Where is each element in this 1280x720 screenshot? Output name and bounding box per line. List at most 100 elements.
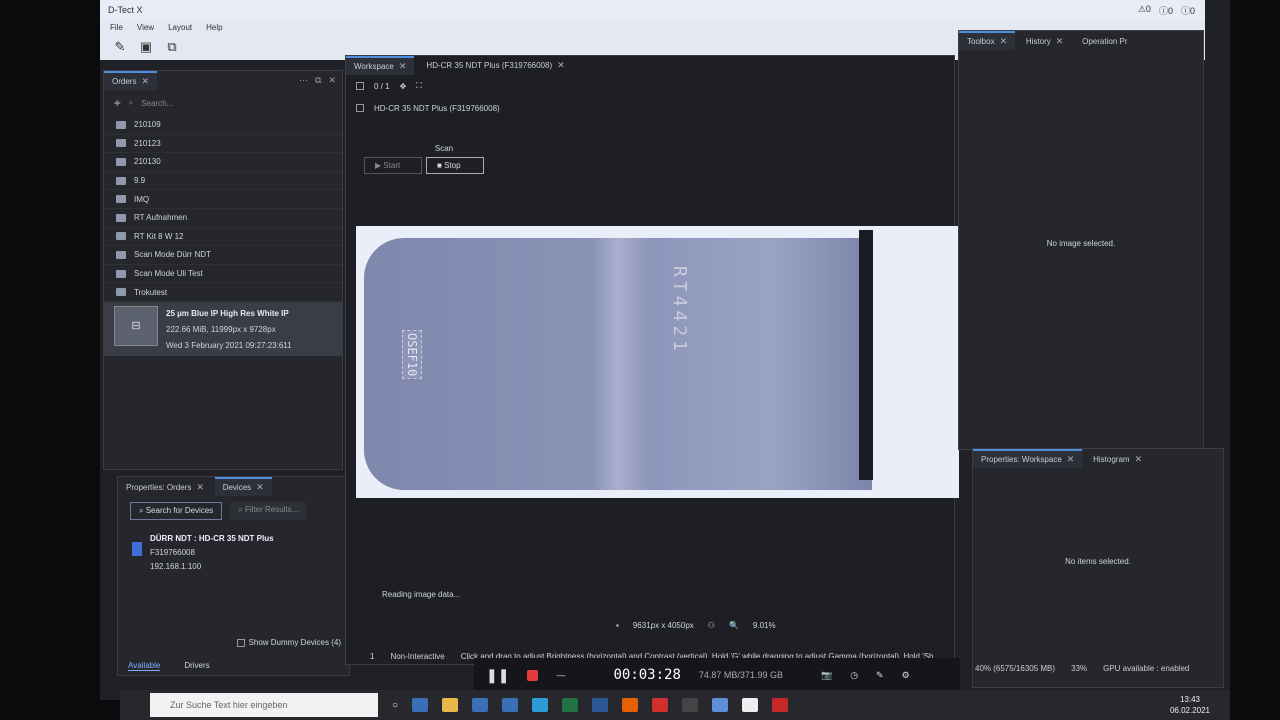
folder-icon xyxy=(116,232,126,241)
tab-available[interactable]: Available xyxy=(128,661,161,671)
close-icon[interactable]: ✕ xyxy=(141,76,149,87)
task-view-icon[interactable] xyxy=(412,698,429,712)
folder-item[interactable]: Scan Mode Uli Test xyxy=(104,265,342,284)
orders-search: ✚ ⌕ Search... xyxy=(104,90,342,116)
move-icon[interactable]: ✥ xyxy=(400,82,407,91)
app-icon[interactable] xyxy=(682,698,699,712)
folder-icon xyxy=(116,120,126,129)
image-icon[interactable]: ▣ xyxy=(136,38,156,56)
scan-label: Scan xyxy=(434,144,454,153)
firefox-icon[interactable] xyxy=(622,698,639,712)
device-label: HD-CR 35 NDT Plus (F319766008) xyxy=(374,103,500,113)
pdf-icon[interactable] xyxy=(772,698,789,712)
folder-item[interactable]: Trokutest xyxy=(104,283,342,302)
excel-icon[interactable] xyxy=(562,698,579,712)
settings-icon[interactable]: ⚙ xyxy=(902,670,910,681)
opera-icon[interactable] xyxy=(652,698,669,712)
export-icon[interactable]: ⧉ xyxy=(162,38,182,56)
notification-badges: ⚠0 ⓘ0 ⓘ0 xyxy=(1138,4,1195,17)
draw-icon[interactable]: ✎ xyxy=(876,670,884,681)
tab-toolbox[interactable]: Toolbox ✕ xyxy=(959,31,1016,50)
tab-orders[interactable]: Orders ✕ xyxy=(104,71,157,90)
zoom-level[interactable]: 9.01% xyxy=(753,621,776,630)
explorer-icon[interactable] xyxy=(442,698,459,712)
tab-workspace[interactable]: Workspace ✕ xyxy=(346,56,415,75)
close-icon[interactable]: ✕ xyxy=(1067,454,1075,465)
folder-icon xyxy=(116,288,126,297)
folder-item[interactable]: RT Aufnahmen xyxy=(104,209,342,228)
folder-item[interactable]: 210130 xyxy=(104,153,342,172)
folder-item[interactable]: IMQ xyxy=(104,190,342,209)
xray-image[interactable]: RT4421 OSEF10 xyxy=(356,226,959,498)
close-icon[interactable]: ✕ xyxy=(1056,36,1064,47)
error-icon[interactable]: ⓘ0 xyxy=(1159,4,1173,17)
paint-icon[interactable] xyxy=(712,698,729,712)
menu-file[interactable]: File xyxy=(110,23,123,32)
record-icon[interactable] xyxy=(527,669,539,681)
add-icon[interactable]: ✚ xyxy=(114,99,121,108)
device-item[interactable]: DÜRR NDT : HD-CR 35 NDT Plus F319766008 … xyxy=(118,526,349,580)
close-icon[interactable]: ✕ xyxy=(196,482,204,493)
float-icon[interactable]: ⧉ xyxy=(315,75,321,86)
filter-input[interactable]: ⌕ Filter Results... xyxy=(230,502,307,520)
search-icon: ⌕ xyxy=(238,505,245,514)
device-checkbox[interactable] xyxy=(356,104,364,112)
document-icon[interactable] xyxy=(742,698,759,712)
more-icon[interactable]: ⋯ xyxy=(299,75,308,86)
edge-icon[interactable] xyxy=(532,698,549,712)
device-icon xyxy=(132,542,142,556)
close-icon[interactable]: ✕ xyxy=(1135,454,1143,465)
close-icon[interactable]: ✕ xyxy=(1000,36,1008,47)
network-icon[interactable]: ⚇ xyxy=(708,621,715,630)
warning-icon[interactable]: ⚠0 xyxy=(1138,4,1151,17)
menu-layout[interactable]: Layout xyxy=(168,23,192,32)
close-icon[interactable]: ✕ xyxy=(557,60,565,71)
tab-properties-orders[interactable]: Properties: Orders ✕ xyxy=(118,479,212,496)
close-icon[interactable]: ✕ xyxy=(399,61,407,72)
image-counter: 0 / 1 xyxy=(374,81,390,91)
mode-label[interactable]: Non-Interactive xyxy=(390,652,444,661)
folder-item[interactable]: Scan Mode Dürr NDT xyxy=(104,246,342,265)
tab-properties-workspace[interactable]: Properties: Workspace ✕ xyxy=(973,449,1083,468)
image-thumbnail: ⊟ xyxy=(114,305,158,346)
search-devices-button[interactable]: ⌕ Search for Devices xyxy=(130,502,223,520)
tab-drivers[interactable]: Drivers xyxy=(184,661,209,671)
search-input[interactable]: Search... xyxy=(141,99,173,108)
tab-devices[interactable]: Devices ✕ xyxy=(214,477,272,496)
tab-histogram[interactable]: Histogram ✕ xyxy=(1085,451,1150,468)
folder-item[interactable]: 9.9 xyxy=(104,172,342,191)
show-dummy-checkbox[interactable]: Show Dummy Devices (4) xyxy=(236,638,341,647)
pause-icon[interactable]: ❚❚ xyxy=(486,667,509,684)
no-image-message: No image selected. xyxy=(1046,239,1116,248)
folder-item[interactable]: 210123 xyxy=(104,135,342,154)
close-icon[interactable]: ✕ xyxy=(256,482,264,493)
stop-button[interactable]: ■ Stop xyxy=(426,157,484,174)
search-icon: ⌕ xyxy=(139,506,146,515)
menu-view[interactable]: View xyxy=(137,23,154,32)
search-icon: ⌕ xyxy=(128,98,134,107)
tab-device-view[interactable]: HD-CR 35 NDT Plus (F319766008) ✕ xyxy=(418,56,572,75)
menu-help[interactable]: Help xyxy=(206,23,222,32)
camera-icon[interactable]: 📷 xyxy=(821,670,832,681)
tab-operation[interactable]: Operation Pr xyxy=(1074,34,1135,49)
save-icon[interactable]: ▪ xyxy=(616,621,619,630)
start-button[interactable]: ▶ Start xyxy=(364,157,422,174)
title-bar: D-Tect X ⚠0 ⓘ0 ⓘ0 xyxy=(100,0,1205,20)
crop-icon[interactable]: ⛶ xyxy=(416,81,422,91)
minimize-icon[interactable]: — xyxy=(556,670,565,680)
info-icon[interactable]: ⓘ0 xyxy=(1181,4,1195,17)
taskbar-search[interactable]: Zur Suche Text hier eingeben xyxy=(150,693,378,717)
select-checkbox[interactable] xyxy=(356,82,364,90)
cortana-icon[interactable]: ○ xyxy=(392,700,398,711)
word-icon[interactable] xyxy=(592,698,609,712)
mail-icon[interactable] xyxy=(502,698,519,712)
tab-history[interactable]: History ✕ xyxy=(1018,33,1071,50)
close-icon[interactable]: ✕ xyxy=(328,75,336,86)
selected-image-item[interactable]: ⊟ 25 µm Blue IP High Res White IP 222.66… xyxy=(104,301,342,356)
clock[interactable]: 13:43 06.02.2021 xyxy=(1170,694,1210,716)
store-icon[interactable] xyxy=(472,698,489,712)
timer-icon[interactable]: ◷ xyxy=(850,670,858,681)
edit-order-icon[interactable]: ✎ xyxy=(110,38,130,56)
folder-item[interactable]: 210109 xyxy=(104,116,342,135)
folder-item[interactable]: RT Kit 8 W 12 xyxy=(104,228,342,247)
